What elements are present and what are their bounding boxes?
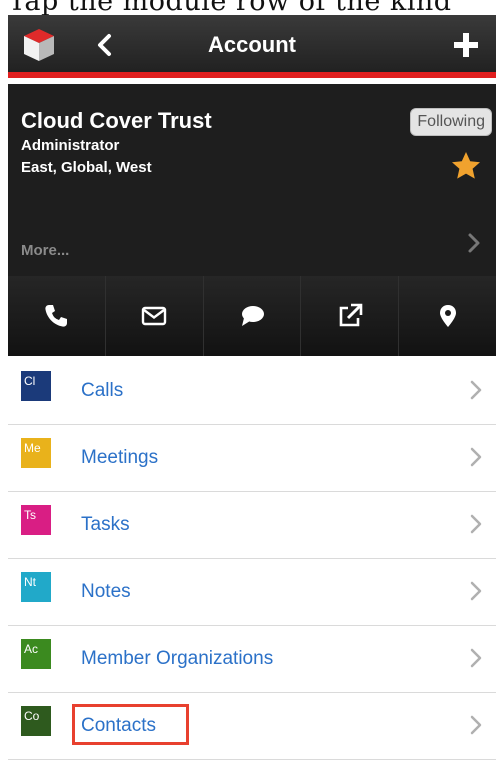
chevron-right-icon[interactable] bbox=[466, 231, 482, 255]
list-item-meetings[interactable]: Me Meetings bbox=[8, 425, 496, 492]
module-badge: Nt bbox=[21, 572, 51, 602]
open-external-action-button[interactable] bbox=[301, 276, 400, 356]
module-badge: Me bbox=[21, 438, 51, 468]
module-list: Cl Calls Me Meetings Ts Tasks Nt Notes A… bbox=[8, 358, 496, 760]
following-button[interactable]: Following bbox=[410, 108, 492, 136]
module-badge: Ts bbox=[21, 505, 51, 535]
list-item-contacts[interactable]: Co Contacts bbox=[8, 693, 496, 760]
map-pin-icon bbox=[439, 305, 456, 327]
add-plus-icon[interactable] bbox=[450, 29, 482, 61]
location-action-button[interactable] bbox=[399, 276, 496, 356]
highlight-box bbox=[72, 704, 189, 745]
chat-icon bbox=[241, 306, 264, 326]
page-title: Account bbox=[208, 32, 296, 57]
module-badge: Cl bbox=[21, 371, 51, 401]
external-link-icon bbox=[339, 303, 363, 327]
chevron-right-icon bbox=[470, 581, 482, 601]
chevron-right-icon bbox=[470, 447, 482, 467]
accent-bar bbox=[8, 72, 496, 78]
account-role: Administrator bbox=[21, 137, 120, 154]
module-badge: Co bbox=[21, 706, 51, 736]
instruction-caption: Tap the module row of the kind bbox=[0, 0, 496, 15]
call-action-button[interactable] bbox=[8, 276, 106, 356]
favorite-star-icon[interactable] bbox=[450, 150, 482, 182]
account-teams: East, Global, West bbox=[21, 159, 152, 176]
module-label: Tasks bbox=[81, 514, 130, 535]
module-label: Meetings bbox=[81, 447, 159, 468]
back-chevron-icon[interactable] bbox=[90, 29, 120, 61]
chevron-right-icon bbox=[470, 514, 482, 534]
more-link[interactable]: More... bbox=[21, 242, 69, 259]
list-item-calls[interactable]: Cl Calls bbox=[8, 358, 496, 425]
app-logo-icon bbox=[24, 29, 54, 61]
nav-bar: Account bbox=[8, 15, 496, 78]
account-header: Cloud Cover Trust Administrator East, Gl… bbox=[8, 84, 496, 276]
list-item-tasks[interactable]: Ts Tasks bbox=[8, 492, 496, 559]
module-label: Notes bbox=[81, 581, 131, 602]
module-label: Calls bbox=[81, 380, 124, 401]
chevron-right-icon bbox=[470, 648, 482, 668]
phone-icon bbox=[45, 305, 68, 327]
chevron-right-icon bbox=[470, 715, 482, 735]
email-action-button[interactable] bbox=[105, 276, 204, 356]
module-label: Member Organizations bbox=[81, 648, 274, 669]
list-item-member-organizations[interactable]: Ac Member Organizations bbox=[8, 626, 496, 693]
module-badge: Ac bbox=[21, 639, 51, 669]
mail-icon bbox=[141, 306, 167, 326]
account-name: Cloud Cover Trust bbox=[21, 108, 212, 133]
list-item-notes[interactable]: Nt Notes bbox=[8, 559, 496, 626]
action-bar bbox=[8, 276, 496, 356]
chevron-right-icon bbox=[470, 380, 482, 400]
message-action-button[interactable] bbox=[203, 276, 302, 356]
